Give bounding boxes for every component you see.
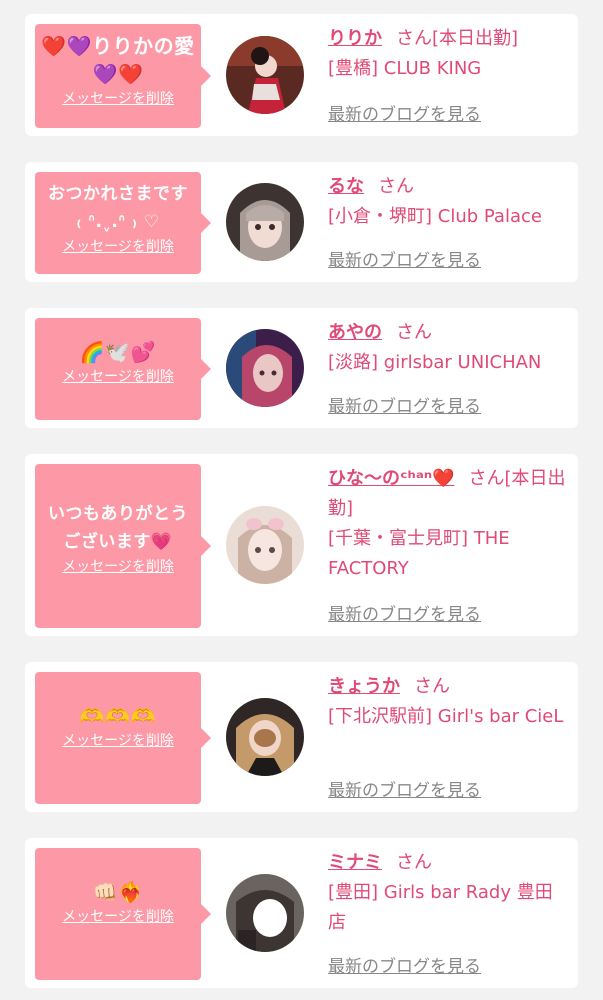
sender-info: ひな〜のᶜʰᵃⁿ❤️ さん[本日出勤] [千葉・富士見町] THE FACTORY	[328, 464, 566, 584]
message-list: ❤️💜りりかの愛 💜❤️ メッセージを削除 りりか さん[本日出勤] [豊橋] C…	[0, 0, 603, 1000]
message-bubble: 👊🏻❤️‍🔥 メッセージを削除	[35, 848, 211, 980]
message-text: ❤️💜りりかの愛 💜❤️	[41, 34, 195, 86]
shop-name: [淡路] girlsbar UNICHAN	[328, 352, 542, 373]
delete-message-link[interactable]: メッセージを削除	[62, 366, 174, 388]
message-text: 🫶🫶🫶	[79, 704, 157, 728]
shop-name: [千葉・富士見町] THE FACTORY	[328, 528, 510, 579]
avatar[interactable]	[226, 874, 304, 952]
honorific: さん	[378, 176, 414, 197]
latest-blog-link[interactable]: 最新のブログを見る	[328, 246, 481, 271]
sender-info: あやの さん [淡路] girlsbar UNICHAN	[328, 318, 566, 378]
message-card: 🫶🫶🫶 メッセージを削除 きょうか さん [下北沢駅前] Girl's bar C…	[25, 662, 578, 812]
sender-name-link[interactable]: きょうか	[328, 676, 400, 697]
avatar[interactable]	[226, 329, 304, 407]
avatar[interactable]	[226, 506, 304, 584]
delete-message-link[interactable]: メッセージを削除	[62, 906, 174, 928]
avatar[interactable]	[226, 698, 304, 776]
sender-name-link[interactable]: りりか	[328, 28, 382, 49]
message-text: いつもありがとう ございます💗	[48, 504, 188, 552]
shop-name: [豊橋] CLUB KING	[328, 58, 482, 79]
honorific: さん	[414, 676, 450, 697]
message-bubble: 🌈🕊️💕 メッセージを削除	[35, 318, 211, 420]
latest-blog-link[interactable]: 最新のブログを見る	[328, 776, 481, 801]
latest-blog-link[interactable]: 最新のブログを見る	[328, 952, 481, 977]
sender-name-link[interactable]: ミナミ	[328, 852, 382, 873]
message-text: おつかれさまです ₍ ᐢ.ˬ.ᐢ ₎ ♡	[48, 184, 188, 232]
delete-message-link[interactable]: メッセージを削除	[62, 730, 174, 752]
latest-blog-link[interactable]: 最新のブログを見る	[328, 392, 481, 417]
sender-info: きょうか さん [下北沢駅前] Girl's bar CieL	[328, 672, 566, 732]
sender-info: るな さん [小倉・堺町] Club Palace	[328, 172, 566, 232]
delete-message-link[interactable]: メッセージを削除	[62, 88, 174, 110]
shop-name: [豊田] Girls bar Rady 豊田店	[328, 882, 553, 933]
delete-message-link[interactable]: メッセージを削除	[62, 236, 174, 258]
sender-name-link[interactable]: ひな〜のᶜʰᵃⁿ❤️	[328, 468, 455, 489]
message-card: 🌈🕊️💕 メッセージを削除 あやの さん [淡路] girlsbar UNICHA…	[25, 308, 578, 428]
sender-name-link[interactable]: あやの	[328, 322, 382, 343]
latest-blog-link[interactable]: 最新のブログを見る	[328, 600, 481, 625]
message-bubble: いつもありがとう ございます💗 メッセージを削除	[35, 464, 211, 628]
message-bubble: ❤️💜りりかの愛 💜❤️ メッセージを削除	[35, 24, 211, 128]
sender-info: ミナミ さん [豊田] Girls bar Rady 豊田店	[328, 848, 566, 938]
message-card: いつもありがとう ございます💗 メッセージを削除 ひな〜のᶜʰᵃⁿ❤️ さん[本日…	[25, 454, 578, 636]
message-card: ❤️💜りりかの愛 💜❤️ メッセージを削除 りりか さん[本日出勤] [豊橋] C…	[25, 14, 578, 136]
honorific: さん	[468, 468, 505, 489]
message-card: 👊🏻❤️‍🔥 メッセージを削除 ミナミ さん [豊田] Girls bar Rad…	[25, 838, 578, 988]
avatar[interactable]	[226, 183, 304, 261]
message-card: おつかれさまです ₍ ᐢ.ˬ.ᐢ ₎ ♡ メッセージを削除 るな さん [小倉・堺…	[25, 162, 578, 282]
latest-blog-link[interactable]: 最新のブログを見る	[328, 100, 481, 125]
message-text: 👊🏻❤️‍🔥	[92, 880, 144, 904]
message-text: 🌈🕊️💕	[79, 340, 157, 364]
honorific: さん	[396, 28, 432, 49]
message-bubble: 🫶🫶🫶 メッセージを削除	[35, 672, 211, 804]
avatar[interactable]	[226, 36, 304, 114]
message-bubble: おつかれさまです ₍ ᐢ.ˬ.ᐢ ₎ ♡ メッセージを削除	[35, 172, 211, 274]
honorific: さん	[396, 322, 432, 343]
sender-info: りりか さん[本日出勤] [豊橋] CLUB KING	[328, 24, 566, 84]
delete-message-link[interactable]: メッセージを削除	[62, 556, 174, 578]
honorific: さん	[396, 852, 432, 873]
shop-name: [下北沢駅前] Girl's bar CieL	[328, 706, 564, 727]
shop-name: [小倉・堺町] Club Palace	[328, 206, 542, 227]
attendance-status: [本日出勤]	[432, 28, 519, 49]
sender-name-link[interactable]: るな	[328, 176, 364, 197]
